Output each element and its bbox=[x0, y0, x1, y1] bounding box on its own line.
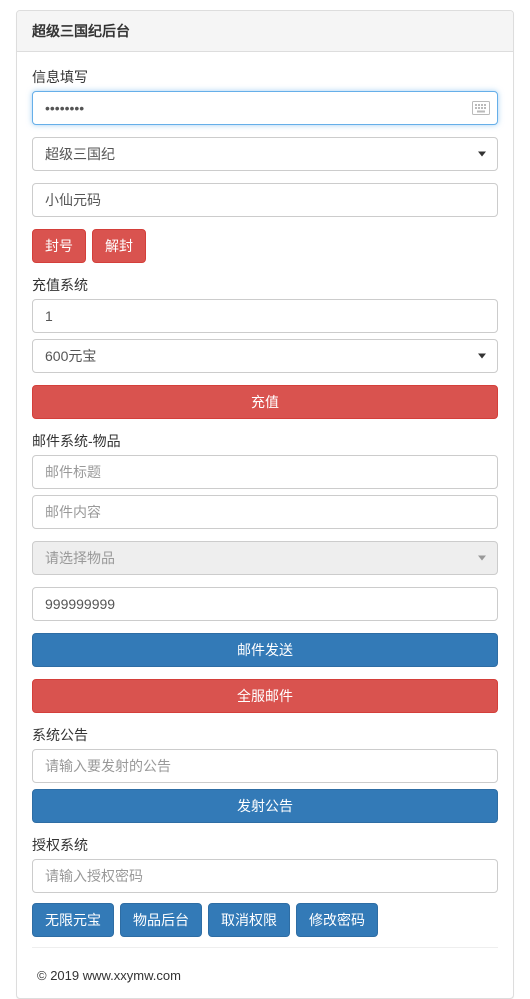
announce-label: 系统公告 bbox=[32, 725, 498, 745]
announce-input[interactable] bbox=[32, 749, 498, 783]
mail-item-select[interactable] bbox=[32, 541, 498, 575]
auth-password-input[interactable] bbox=[32, 859, 498, 893]
mail-label: 邮件系统-物品 bbox=[32, 431, 498, 451]
admin-panel: 超级三国纪后台 信息填写 封号 解封 充值系统 bbox=[16, 10, 514, 999]
recharge-button[interactable]: 充值 bbox=[32, 385, 498, 419]
mail-send-button[interactable]: 邮件发送 bbox=[32, 633, 498, 667]
mail-title-input[interactable] bbox=[32, 455, 498, 489]
mail-broadcast-button[interactable]: 全服邮件 bbox=[32, 679, 498, 713]
revoke-auth-button[interactable]: 取消权限 bbox=[208, 903, 290, 937]
recharge-option-select[interactable] bbox=[32, 339, 498, 373]
chevron-down-icon bbox=[478, 152, 486, 157]
divider bbox=[32, 947, 498, 948]
info-label: 信息填写 bbox=[32, 67, 498, 87]
ban-button[interactable]: 封号 bbox=[32, 229, 86, 263]
recharge-amount-input[interactable] bbox=[32, 299, 498, 333]
footer-copyright: © 2019 www.xxymw.com bbox=[32, 960, 498, 983]
panel-body: 信息填写 封号 解封 充值系统 充值 bbox=[17, 52, 513, 998]
panel-title: 超级三国纪后台 bbox=[17, 11, 513, 52]
server-select[interactable] bbox=[32, 137, 498, 171]
item-admin-button[interactable]: 物品后台 bbox=[120, 903, 202, 937]
unlimited-yuanbao-button[interactable]: 无限元宝 bbox=[32, 903, 114, 937]
mail-content-input[interactable] bbox=[32, 495, 498, 529]
recharge-label: 充值系统 bbox=[32, 275, 498, 295]
chevron-down-icon bbox=[478, 556, 486, 561]
mail-quantity-input[interactable] bbox=[32, 587, 498, 621]
unban-button[interactable]: 解封 bbox=[92, 229, 146, 263]
change-password-button[interactable]: 修改密码 bbox=[296, 903, 378, 937]
nickname-input[interactable] bbox=[32, 183, 498, 217]
chevron-down-icon bbox=[478, 354, 486, 359]
announce-button[interactable]: 发射公告 bbox=[32, 789, 498, 823]
password-input[interactable] bbox=[32, 91, 498, 125]
auth-label: 授权系统 bbox=[32, 835, 498, 855]
